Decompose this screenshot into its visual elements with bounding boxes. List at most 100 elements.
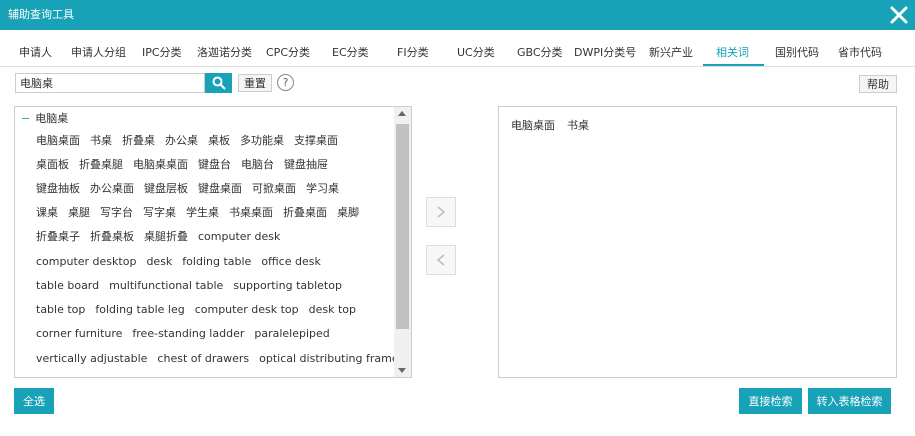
term-item[interactable]: 键盘台 xyxy=(198,158,231,172)
term-item[interactable]: paralelepiped xyxy=(254,327,329,341)
reset-button[interactable]: 重置 xyxy=(238,74,272,92)
term-item[interactable]: 书桌 xyxy=(90,134,112,148)
term-item[interactable]: computer desk xyxy=(198,230,280,244)
tab-dwpi[interactable]: DWPI分类号 xyxy=(574,46,636,60)
tab-ipc[interactable]: IPC分类 xyxy=(142,46,182,60)
term-row: 课桌 桌腿 写字台 写字桌 学生桌 书桌桌面 折叠桌面 桌脚 xyxy=(36,206,369,222)
term-item[interactable]: vertically adjustable xyxy=(36,352,147,366)
tab-applicant[interactable]: 申请人 xyxy=(19,46,52,60)
collapse-icon[interactable]: − xyxy=(21,112,30,125)
tab-province-code[interactable]: 省市代码 xyxy=(838,46,882,60)
term-item[interactable]: 折叠桌子 xyxy=(36,230,80,244)
selected-term[interactable]: 电脑桌面 xyxy=(511,119,555,133)
term-item[interactable]: 折叠桌面 xyxy=(283,206,327,220)
tree-root: − 电脑桌 xyxy=(21,112,68,126)
search-icon xyxy=(212,76,225,90)
tab-ec[interactable]: EC分类 xyxy=(332,46,369,60)
term-item[interactable]: desk xyxy=(146,255,172,269)
term-item[interactable]: 桌脚 xyxy=(337,206,359,220)
selected-term[interactable]: 书桌 xyxy=(567,119,589,133)
term-item[interactable]: 电脑桌面 xyxy=(36,134,80,148)
related-words-panel: − 电脑桌 电脑桌面 书桌 折叠桌 办公桌 桌板 多功能桌 支撑桌面 桌面板 折叠桌腿 电脑桌桌面键… xyxy=(14,106,412,378)
term-item[interactable]: chest of drawers xyxy=(157,352,249,366)
search-button[interactable] xyxy=(205,73,232,93)
tab-applicant-group[interactable]: 申请人分组 xyxy=(71,46,126,60)
term-item[interactable]: 键盘抽屉 xyxy=(284,158,328,172)
term-item[interactable]: folding table leg xyxy=(95,303,184,317)
tab-related-words[interactable]: 相关词 xyxy=(716,46,749,60)
scroll-down-icon[interactable] xyxy=(398,368,406,373)
tab-country-code[interactable]: 国别代码 xyxy=(775,46,819,60)
term-item[interactable]: 折叠桌 xyxy=(122,134,155,148)
tab-emerging-industry[interactable]: 新兴产业 xyxy=(649,46,693,60)
term-item[interactable]: 桌面板 xyxy=(36,158,69,172)
term-item[interactable]: computer desktop xyxy=(36,255,136,269)
direct-search-button[interactable]: 直接检索 xyxy=(739,388,802,414)
tab-fi[interactable]: FI分类 xyxy=(397,46,429,60)
help-icon[interactable]: ? xyxy=(277,74,294,91)
term-item[interactable]: 多功能桌 xyxy=(240,134,284,148)
term-item[interactable]: supporting tabletop xyxy=(233,279,342,293)
tab-uc[interactable]: UC分类 xyxy=(457,46,495,60)
term-item[interactable]: computer desk top xyxy=(195,303,299,317)
term-row: table top folding table leg computer desk … xyxy=(36,303,366,319)
term-item[interactable]: 办公桌 xyxy=(165,134,198,148)
scroll-up-icon[interactable] xyxy=(398,111,406,116)
term-row: table board multifunctional table supporti… xyxy=(36,279,352,295)
term-item[interactable]: table top xyxy=(36,303,85,317)
tab-locarno[interactable]: 洛迦诺分类 xyxy=(197,46,252,60)
table-search-button[interactable]: 转入表格检索 xyxy=(808,388,891,414)
term-item[interactable]: multifunctional table xyxy=(109,279,223,293)
add-selected-button[interactable] xyxy=(426,197,456,227)
close-icon[interactable] xyxy=(887,3,911,27)
tab-gbc[interactable]: GBC分类 xyxy=(517,46,563,60)
select-all-button[interactable]: 全选 xyxy=(14,388,54,414)
term-row: 键盘抽板 办公桌面 键盘层板 键盘桌面 可掀桌面 学习桌 xyxy=(36,182,349,198)
term-item[interactable]: 学习桌 xyxy=(306,182,339,196)
term-item[interactable]: corner furniture xyxy=(36,327,122,341)
term-item[interactable]: desk top xyxy=(309,303,356,317)
term-item[interactable]: folding table xyxy=(182,255,251,269)
selected-list: 电脑桌面 书桌 xyxy=(511,119,601,133)
term-item[interactable]: table board xyxy=(36,279,99,293)
term-row: 折叠桌子 折叠桌板 桌腿折叠 computer desk xyxy=(36,230,290,246)
tab-bar: 申请人 申请人分组 IPC分类 洛迦诺分类 CPC分类 EC分类 FI分类 UC… xyxy=(0,40,915,67)
term-row: 电脑桌面 书桌 折叠桌 办公桌 桌板 多功能桌 支撑桌面 xyxy=(36,134,348,150)
term-item[interactable]: 书桌桌面 xyxy=(229,206,273,220)
term-item[interactable]: 桌板 xyxy=(208,134,230,148)
term-item[interactable]: 可掀桌面 xyxy=(252,182,296,196)
term-item[interactable]: 键盘抽板 xyxy=(36,182,80,196)
chevron-right-icon xyxy=(437,206,446,218)
term-item[interactable]: 桌腿折叠 xyxy=(144,230,188,244)
term-item[interactable]: 键盘层板 xyxy=(144,182,188,196)
window-title: 辅助查询工具 xyxy=(8,8,74,21)
term-row: computer desktop desk folding table office … xyxy=(36,255,331,271)
term-item[interactable]: 办公桌面 xyxy=(90,182,134,196)
vertical-scrollbar[interactable] xyxy=(394,107,411,377)
term-item[interactable]: office desk xyxy=(261,255,321,269)
tab-cpc[interactable]: CPC分类 xyxy=(266,46,310,60)
term-item[interactable]: 写字台 xyxy=(100,206,133,220)
scrollbar-thumb[interactable] xyxy=(396,124,409,329)
term-item[interactable]: 课桌 xyxy=(36,206,58,220)
term-item[interactable]: 支撑桌面 xyxy=(294,134,338,148)
active-tab-indicator xyxy=(703,64,764,66)
remove-selected-button[interactable] xyxy=(426,245,456,275)
term-item[interactable]: 写字桌 xyxy=(143,206,176,220)
term-item[interactable]: 学生桌 xyxy=(186,206,219,220)
help-button[interactable]: 帮助 xyxy=(859,75,897,93)
term-row: vertically adjustable chest of drawers opt… xyxy=(36,352,409,368)
term-item[interactable]: 折叠桌腿 xyxy=(79,158,123,172)
tree-root-label[interactable]: 电脑桌 xyxy=(35,112,68,125)
term-row: 桌面板 折叠桌腿 电脑桌桌面 键盘台 电脑台 键盘抽屉 xyxy=(36,158,338,174)
term-item[interactable]: free-standing ladder xyxy=(132,327,244,341)
selected-words-panel: 电脑桌面 书桌 xyxy=(498,106,897,378)
term-item[interactable]: 电脑桌桌面 xyxy=(133,158,188,172)
search-input[interactable] xyxy=(15,73,205,93)
chevron-left-icon xyxy=(436,254,445,266)
term-item[interactable]: 键盘桌面 xyxy=(198,182,242,196)
term-item[interactable]: 电脑台 xyxy=(241,158,274,172)
term-item[interactable]: 桌腿 xyxy=(68,206,90,220)
term-item[interactable]: 折叠桌板 xyxy=(90,230,134,244)
term-item[interactable]: optical distributing frame xyxy=(259,352,398,366)
